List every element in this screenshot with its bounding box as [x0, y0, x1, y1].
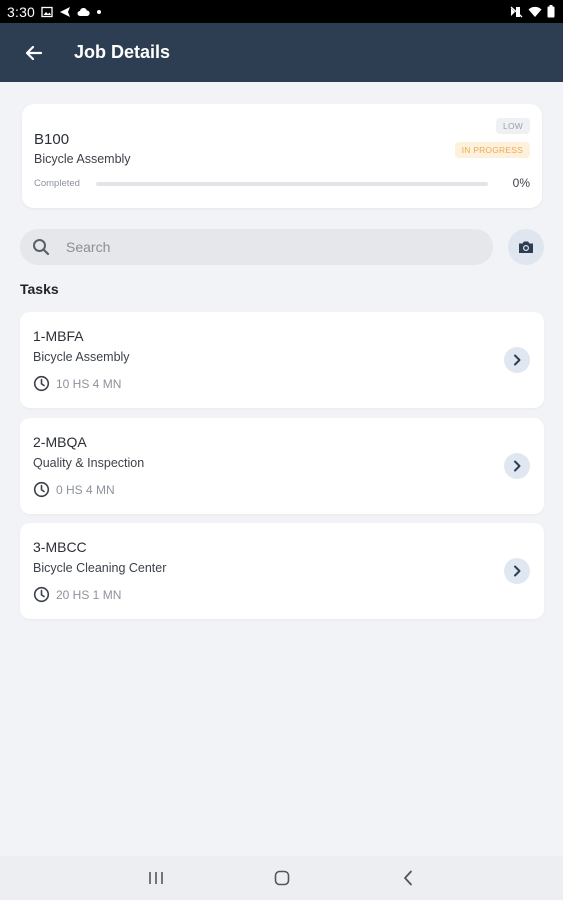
- home-icon: [274, 870, 289, 886]
- task-duration: 20 HS 1 MN: [56, 587, 122, 602]
- cloud-icon: [77, 7, 90, 17]
- progress-percent: 0%: [512, 176, 530, 190]
- wifi-icon: [528, 6, 542, 18]
- task-duration: 10 HS 4 MN: [56, 376, 122, 391]
- battery-icon: [547, 5, 555, 18]
- job-name: Bicycle Assembly: [34, 152, 131, 166]
- search-input[interactable]: [66, 239, 446, 255]
- send-icon: [59, 6, 71, 18]
- recent-apps-icon: [148, 872, 163, 884]
- dot-icon: [96, 9, 102, 15]
- progress-bar: [96, 182, 488, 186]
- clock-icon: [33, 481, 50, 498]
- tasks-heading: Tasks: [20, 281, 59, 297]
- image-icon: [41, 6, 53, 18]
- back-button[interactable]: [10, 29, 58, 77]
- no-signal-icon: [510, 6, 523, 18]
- status-bar: 3:30: [0, 0, 563, 23]
- task-name: Bicycle Assembly: [33, 350, 130, 364]
- recent-apps-button[interactable]: [141, 863, 171, 893]
- clock-icon: [33, 375, 50, 392]
- task-code: 3-MBCC: [33, 539, 87, 555]
- search-icon: [32, 238, 50, 256]
- chevron-right-icon: [514, 565, 521, 577]
- task-card-1[interactable]: 1-MBFA Bicycle Assembly 10 HS 4 MN: [20, 312, 544, 408]
- task-code: 1-MBFA: [33, 328, 84, 344]
- chevron-right-icon: [514, 460, 521, 472]
- status-badge: IN PROGRESS: [454, 142, 530, 158]
- app-bar: Job Details: [0, 23, 563, 82]
- task-open-button[interactable]: [504, 347, 530, 373]
- task-name: Quality & Inspection: [33, 456, 145, 470]
- home-button[interactable]: [267, 863, 297, 893]
- task-time-row: 10 HS 4 MN: [33, 375, 121, 392]
- task-open-button[interactable]: [504, 558, 530, 584]
- task-code: 2-MBQA: [33, 434, 87, 450]
- status-left: 3:30: [7, 4, 102, 20]
- system-nav-bar: [0, 856, 563, 900]
- arrow-left-icon: [25, 45, 43, 60]
- status-time: 3:30: [7, 3, 36, 20]
- task-open-button[interactable]: [504, 453, 530, 479]
- priority-badge: LOW: [496, 118, 530, 134]
- camera-icon: [519, 241, 533, 253]
- completed-label: Completed: [34, 178, 80, 189]
- job-code: B100: [34, 131, 70, 148]
- task-time-row: 20 HS 1 MN: [33, 586, 121, 603]
- task-name: Bicycle Cleaning Center: [33, 561, 167, 575]
- search-bar[interactable]: [20, 229, 493, 265]
- task-card-3[interactable]: 3-MBCC Bicycle Cleaning Center 20 HS 1 M…: [20, 523, 544, 619]
- task-card-2[interactable]: 2-MBQA Quality & Inspection 0 HS 4 MN: [20, 418, 544, 514]
- status-right: [510, 5, 555, 18]
- clock-icon: [33, 586, 50, 603]
- chevron-right-icon: [514, 354, 521, 366]
- camera-button[interactable]: [508, 229, 544, 265]
- page-title: Job Details: [74, 42, 171, 62]
- task-time-row: 0 HS 4 MN: [33, 481, 115, 498]
- task-duration: 0 HS 4 MN: [56, 482, 115, 497]
- system-back-button[interactable]: [393, 863, 423, 893]
- job-summary-card: B100 Bicycle Assembly LOW IN PROGRESS Co…: [22, 104, 542, 208]
- back-icon: [403, 870, 412, 886]
